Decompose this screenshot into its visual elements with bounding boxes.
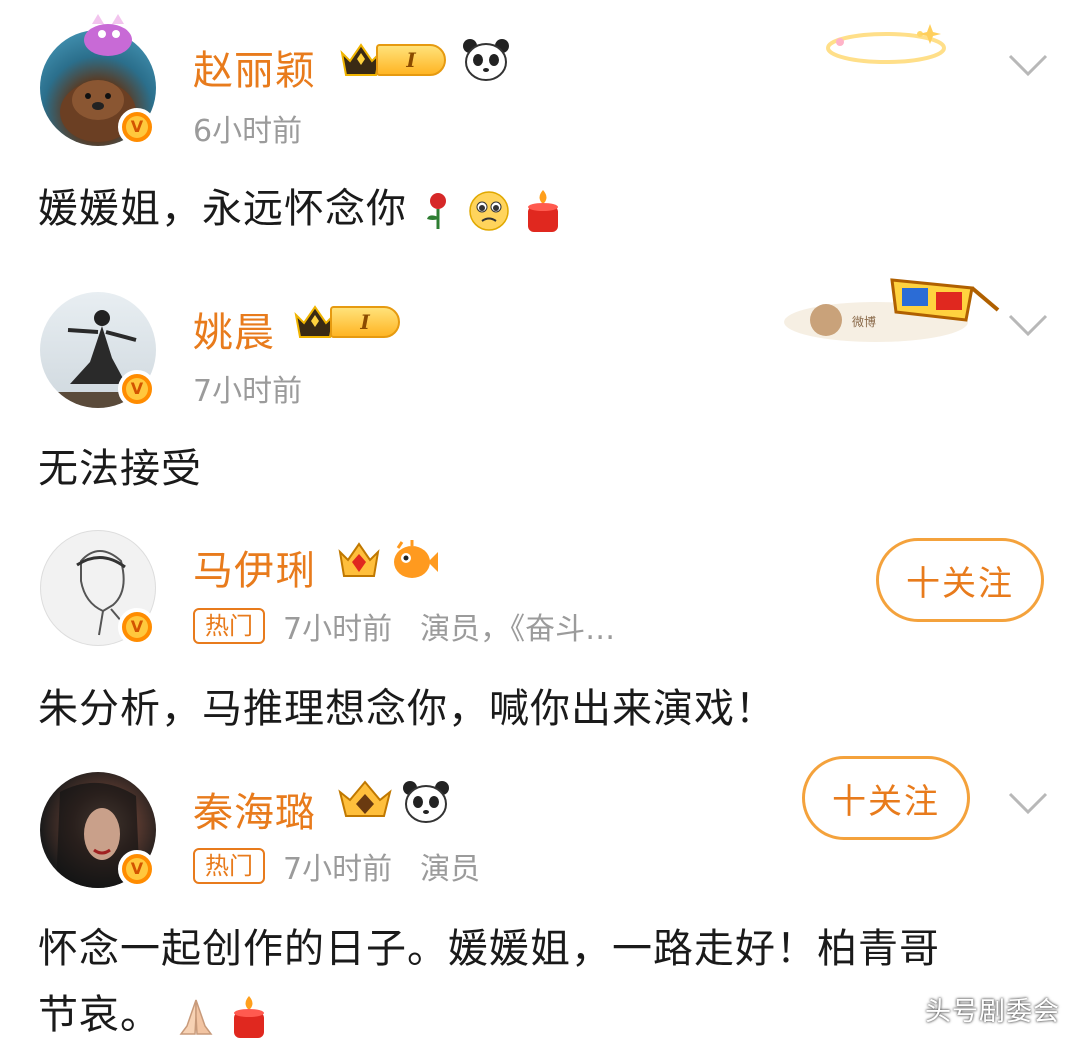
watermark: 头号剧委会	[924, 997, 1060, 1027]
user-description: 演员	[420, 852, 481, 887]
comment-time: 7小时前	[283, 612, 393, 647]
candle-emoji-icon	[528, 190, 559, 232]
panda-badge-icon	[462, 38, 510, 86]
hot-tag: 热门	[193, 848, 265, 884]
level-label: I	[376, 44, 446, 76]
fish-badge-icon	[390, 540, 438, 586]
comment-time: 6小时前	[193, 114, 303, 149]
movie-glasses-decoration-icon: 微博	[776, 266, 1002, 346]
sparkle-decoration-icon	[820, 14, 950, 74]
username[interactable]: 秦海璐	[193, 780, 316, 838]
comment-content: 怀念一起创作的日子。媛媛姐，一路走好！柏青哥 节哀。	[38, 926, 940, 1038]
member-level-badge[interactable]: I	[340, 40, 446, 80]
chevron-down-icon[interactable]	[1006, 780, 1050, 824]
chevron-down-icon[interactable]	[1006, 42, 1050, 86]
member-level-badge[interactable]: I	[294, 302, 400, 342]
comment-meta: 热门 7小时前 演员，《奋斗…	[193, 604, 615, 648]
username[interactable]: 马伊琍	[193, 538, 316, 596]
verified-badge-icon: V	[118, 108, 156, 146]
follow-button[interactable]: 十关注	[802, 756, 970, 840]
level-label: I	[330, 306, 400, 338]
hot-tag: 热门	[193, 608, 265, 644]
chevron-down-icon[interactable]	[1006, 302, 1050, 346]
comment-time: 7小时前	[193, 374, 303, 409]
verified-badge-icon: V	[118, 608, 156, 646]
comment-item: V 赵丽颖 I 6小时前 媛媛姐，永远怀念你	[0, 0, 1078, 250]
follow-button[interactable]: 十关注	[876, 538, 1044, 622]
comment-content: 无法接受	[38, 446, 202, 492]
verified-badge-icon: V	[118, 850, 156, 888]
gem-crown-badge-icon	[336, 778, 394, 826]
panda-badge-icon	[402, 780, 450, 828]
sticker-cat-icon	[78, 10, 144, 58]
praying-hands-emoji-icon	[179, 999, 213, 1035]
comment-meta: 7小时前	[193, 366, 302, 410]
comment-item: V 秦海璐 热门 7小时前 演员 十关注 怀念一起创作的日子。媛媛姐，一路走好！…	[0, 756, 1078, 1046]
username[interactable]: 赵丽颖	[193, 38, 316, 96]
pleading-face-emoji-icon	[469, 191, 510, 231]
svg-text:微博: 微博	[852, 314, 876, 329]
verified-badge-icon: V	[118, 370, 156, 408]
rose-emoji-icon	[426, 193, 446, 229]
comment-meta: 6小时前	[193, 106, 302, 150]
comment-item: V 马伊琍 热门 7小时前 演员，《奋斗… 十关注 朱分析，马推理想念你，喊你出…	[0, 510, 1078, 760]
gem-crown-badge-icon	[336, 538, 382, 586]
comment-time: 7小时前	[283, 852, 393, 887]
candle-emoji-icon	[234, 996, 265, 1038]
comment-item: V 姚晨 I 7小时前 微博 无法接受	[0, 250, 1078, 510]
username[interactable]: 姚晨	[193, 300, 275, 358]
comment-meta: 热门 7小时前 演员	[193, 844, 480, 888]
comment-content: 媛媛姐，永远怀念你	[38, 176, 1048, 242]
comment-content: 朱分析，马推理想念你，喊你出来演戏！	[38, 686, 776, 732]
user-description: 演员，《奋斗…	[420, 612, 616, 647]
